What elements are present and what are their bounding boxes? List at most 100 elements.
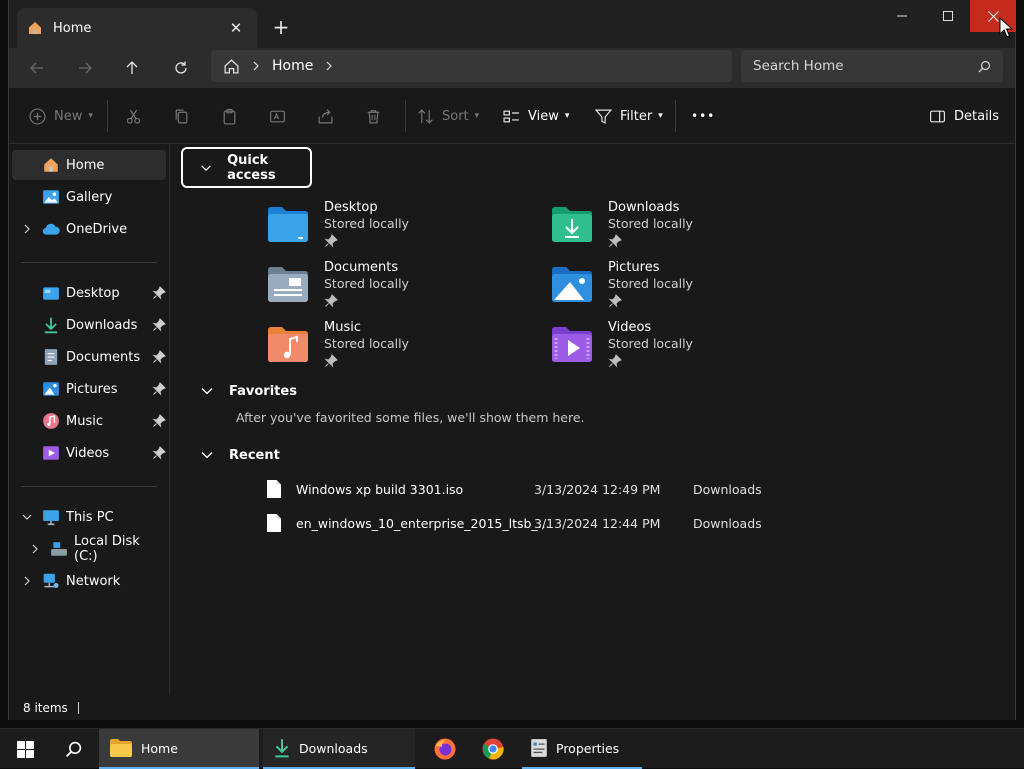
sidebar-item-onedrive[interactable]: OneDrive — [12, 214, 166, 244]
quick-access-header[interactable]: Quick access — [181, 147, 312, 188]
sort-button[interactable]: Sort ▾ — [417, 100, 479, 132]
copy-icon — [175, 109, 188, 123]
quick-access-item-videos[interactable]: Videos Stored locally — [550, 320, 810, 376]
taskbar-downloads[interactable]: Downloads — [263, 729, 415, 769]
rename-icon — [270, 110, 285, 122]
taskbar-file-explorer[interactable]: Home — [99, 729, 259, 769]
recent-row[interactable]: Windows xp build 3301.iso 3/13/2024 12:4… — [259, 475, 879, 505]
quick-access-item-pictures[interactable]: Pictures Stored locally — [550, 260, 810, 316]
sidebar-item-videos[interactable]: Videos — [12, 438, 166, 468]
details-button[interactable]: Details — [929, 100, 999, 132]
maximize-button[interactable] — [925, 0, 971, 32]
cut-button[interactable] — [125, 100, 142, 132]
pin-icon[interactable] — [152, 350, 166, 364]
pin-icon[interactable] — [152, 286, 166, 300]
search-input[interactable] — [753, 58, 978, 74]
recent-header[interactable]: Recent — [199, 447, 280, 463]
pin-icon — [324, 354, 338, 368]
quick-access-item-downloads[interactable]: Downloads Stored locally — [550, 200, 810, 256]
sidebar-item-home[interactable]: Home — [12, 150, 166, 180]
copy-button[interactable] — [173, 100, 190, 132]
taskbar-label: Home — [141, 740, 178, 756]
search-box[interactable] — [741, 50, 1003, 82]
chevron-down-icon — [201, 164, 211, 171]
new-label: New — [54, 108, 83, 124]
desktop-folder-icon — [268, 207, 308, 242]
home-icon — [44, 158, 58, 172]
share-button[interactable] — [317, 100, 334, 132]
sidebar-item-downloads[interactable]: Downloads — [12, 310, 166, 340]
chevron-right-icon[interactable] — [28, 542, 42, 556]
search-button[interactable] — [58, 729, 88, 769]
pin-icon[interactable] — [152, 318, 166, 332]
sidebar-item-desktop[interactable]: Desktop — [12, 278, 166, 308]
desktop-folder-icon — [43, 287, 59, 300]
pane-splitter[interactable] — [169, 144, 170, 695]
download-icon — [275, 739, 289, 758]
sidebar-item-local-disk[interactable]: Local Disk (C:) — [12, 534, 166, 564]
pin-icon[interactable] — [152, 414, 166, 428]
tab-close-icon[interactable]: ✕ — [225, 17, 247, 39]
home-outline-icon[interactable] — [223, 58, 240, 75]
filter-button[interactable]: Filter ▾ — [595, 100, 663, 132]
drive-icon — [51, 542, 67, 556]
up-button[interactable] — [116, 52, 148, 84]
sidebar-item-network[interactable]: Network — [12, 566, 166, 596]
quick-access-item-desktop[interactable]: Desktop Stored locally — [266, 200, 526, 256]
sidebar-item-gallery[interactable]: Gallery — [12, 182, 166, 212]
status-divider — [77, 701, 79, 714]
breadcrumb-home[interactable]: Home — [272, 58, 313, 74]
forward-button[interactable] — [69, 52, 101, 84]
file-icon — [267, 480, 281, 498]
video-icon — [43, 446, 59, 460]
new-tab-button[interactable]: + — [268, 14, 294, 40]
paste-button[interactable] — [221, 100, 238, 132]
pin-icon[interactable] — [152, 446, 166, 460]
search-icon[interactable] — [978, 60, 991, 73]
view-button[interactable]: View ▾ — [503, 100, 569, 132]
start-button[interactable] — [10, 729, 40, 769]
recent-row[interactable]: en_windows_10_enterprise_2015_ltsb_... 3… — [259, 509, 879, 539]
taskbar-label: Properties — [556, 740, 620, 756]
back-button[interactable] — [21, 52, 53, 84]
sidebar-item-label: Local Disk (C:) — [74, 534, 140, 564]
chevron-right-icon[interactable] — [20, 222, 34, 236]
filter-label: Filter — [620, 108, 653, 124]
sidebar-item-pictures[interactable]: Pictures — [12, 374, 166, 404]
pin-icon[interactable] — [152, 382, 166, 396]
taskbar-firefox[interactable] — [430, 729, 460, 769]
refresh-button[interactable] — [165, 52, 197, 84]
sidebar-item-documents[interactable]: Documents — [12, 342, 166, 372]
quick-access-location: Stored locally — [324, 336, 409, 351]
quick-access-item-music[interactable]: Music Stored locally — [266, 320, 526, 376]
taskbar-chrome[interactable] — [478, 729, 508, 769]
gallery-icon — [43, 190, 59, 204]
sidebar-item-music[interactable]: Music — [12, 406, 166, 436]
rename-button[interactable] — [269, 100, 286, 132]
downloads-folder-icon — [552, 207, 592, 242]
tab-home[interactable]: Home ✕ — [17, 8, 257, 48]
chevron-down-icon: ▾ — [474, 111, 480, 121]
quick-access-location: Stored locally — [608, 276, 693, 291]
chevron-right-icon[interactable] — [325, 61, 333, 71]
chevron-down-icon[interactable] — [20, 510, 34, 524]
recent-file-location: Downloads — [693, 482, 762, 497]
delete-button[interactable] — [365, 100, 382, 132]
taskbar-properties[interactable]: Properties — [522, 729, 642, 769]
more-options-button[interactable]: ••• — [691, 100, 715, 132]
music-folder-icon — [268, 327, 308, 362]
minimize-button[interactable] — [879, 0, 925, 32]
quick-access-item-documents[interactable]: Documents Stored locally — [266, 260, 526, 316]
home-content: Quick access Desktop Stored locally Down… — [179, 144, 1015, 695]
view-label: View — [528, 108, 559, 124]
quick-access-name: Downloads — [608, 200, 680, 215]
videos-folder-icon — [552, 327, 592, 362]
breadcrumb[interactable]: Home — [211, 50, 732, 82]
sidebar-item-this-pc[interactable]: This PC — [12, 502, 166, 532]
new-button[interactable]: New ▾ — [29, 100, 93, 132]
chevron-right-icon[interactable] — [252, 61, 260, 71]
favorites-header[interactable]: Favorites — [199, 383, 297, 399]
quick-access-name: Music — [324, 320, 361, 335]
favorites-title: Favorites — [229, 383, 297, 399]
chevron-right-icon[interactable] — [20, 574, 34, 588]
